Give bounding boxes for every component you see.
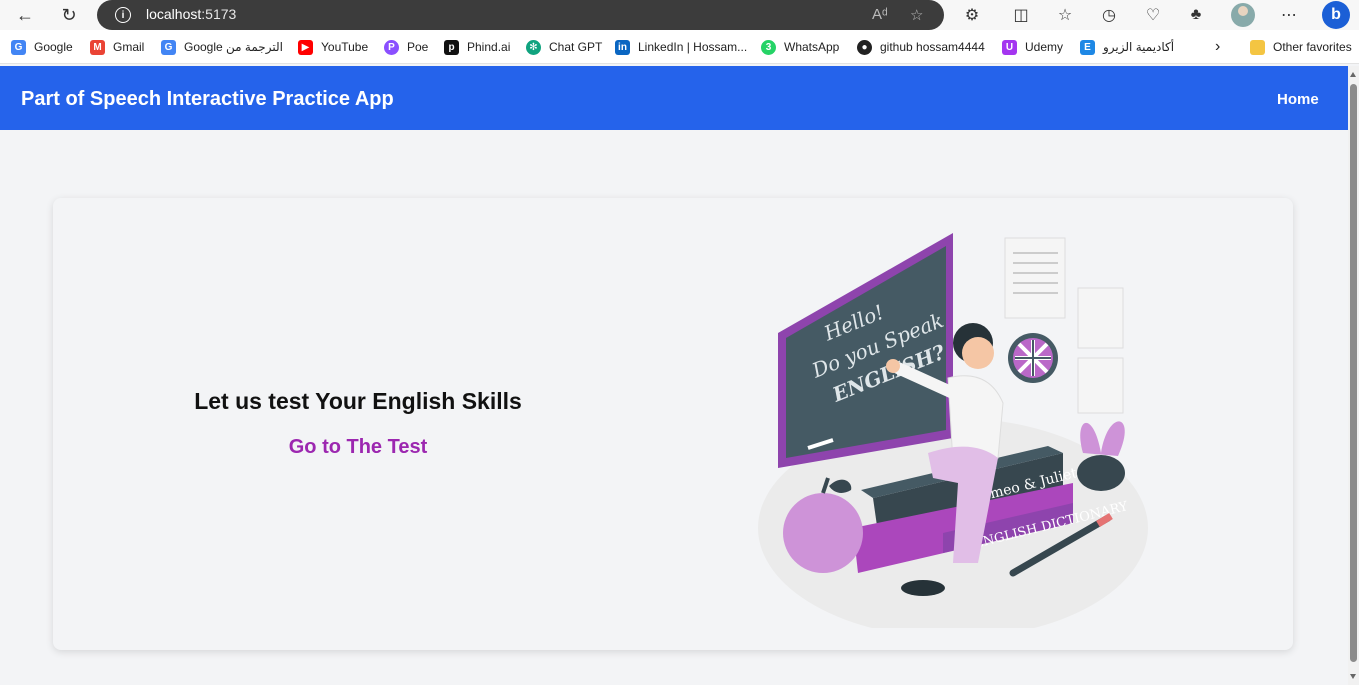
read-aloud-icon[interactable]: Aᵈ: [872, 6, 888, 23]
page-body: Let us test Your English Skills Go to Th…: [0, 130, 1348, 685]
bookmark-zero-academy[interactable]: E أكاديمية الزيرو: [1080, 38, 1174, 56]
google-icon: G: [11, 39, 26, 55]
bookmark-youtube[interactable]: ▶ YouTube: [298, 38, 368, 56]
performance-icon[interactable]: ♡: [1142, 4, 1164, 26]
scroll-down-icon[interactable]: [1350, 674, 1356, 679]
scroll-thumb[interactable]: [1350, 84, 1357, 662]
bookmark-chatgpt[interactable]: ✻ Chat GPT: [526, 38, 602, 56]
chatgpt-icon: ✻: [526, 39, 541, 55]
bookmarks-bar: G Google M Gmail G Google الترجمة من ▶ YouTu…: [0, 30, 1359, 64]
teacher-shoe: [901, 580, 945, 596]
wall-frame-map: [1077, 287, 1124, 349]
youtube-icon: ▶: [298, 39, 313, 55]
bookmark-udemy[interactable]: U Udemy: [1002, 38, 1063, 56]
bookmark-poe[interactable]: P Poe: [384, 38, 428, 56]
plant-pot: [1077, 455, 1125, 491]
bookmark-other-favorites[interactable]: Other favorites: [1250, 38, 1352, 56]
bookmark-github[interactable]: ● github hossam4444: [857, 38, 985, 56]
app-title: Part of Speech Interactive Practice App: [21, 88, 394, 110]
bookmark-phind[interactable]: p Phind.ai: [444, 38, 510, 56]
browser-toolbar: ← ↻ i localhost:5173 Aᵈ ☆ ⚙ ◫ ☆ ◷ ♡ ♣ ⋯ …: [0, 0, 1359, 30]
teacher-face: [962, 337, 994, 369]
url-text: localhost:5173: [146, 6, 237, 22]
hero-headline: Let us test Your English Skills: [194, 388, 522, 414]
page-scrollbar[interactable]: [1348, 66, 1359, 685]
bookmark-google[interactable]: G Google: [11, 38, 73, 56]
folder-icon: [1250, 39, 1265, 55]
github-icon: ●: [857, 39, 872, 55]
copilot-icon[interactable]: b: [1322, 1, 1350, 29]
split-screen-icon[interactable]: ◫: [1010, 4, 1032, 26]
gmail-icon: M: [90, 39, 105, 55]
apple: [783, 493, 863, 573]
bookmark-linkedin[interactable]: in LinkedIn | Hossam...: [615, 38, 747, 56]
notifications-bell-icon[interactable]: ♣: [1185, 4, 1207, 26]
translate-icon: G: [161, 39, 176, 55]
teacher-illustration: Hello! Do you Speak ENGLISH? Romeo & Jul…: [758, 233, 1148, 628]
history-icon[interactable]: ◷: [1098, 4, 1120, 26]
hero-card: Let us test Your English Skills Go to Th…: [53, 198, 1293, 650]
bookmark-translate[interactable]: G Google الترجمة من: [161, 38, 283, 56]
scroll-up-icon[interactable]: [1350, 72, 1356, 77]
bookmark-gmail[interactable]: M Gmail: [90, 38, 144, 56]
phind-icon: p: [444, 39, 459, 55]
wall-poster: [1004, 237, 1066, 319]
bookmark-whatsapp[interactable]: 3 WhatsApp: [761, 38, 839, 56]
linkedin-icon: in: [615, 39, 630, 55]
wall-frame-mountain: [1077, 357, 1124, 414]
app-navbar: Part of Speech Interactive Practice App …: [0, 66, 1348, 130]
whatsapp-icon: 3: [761, 39, 776, 55]
more-menu-icon[interactable]: ⋯: [1278, 4, 1300, 26]
chevron-right-icon[interactable]: ›: [1215, 38, 1220, 56]
teacher-hand: [886, 359, 900, 373]
poe-icon: P: [384, 39, 399, 55]
udemy-icon: U: [1002, 39, 1017, 55]
nav-home-link[interactable]: Home: [1277, 91, 1319, 108]
favorites-icon[interactable]: ☆: [1054, 4, 1076, 26]
profile-avatar[interactable]: [1231, 3, 1255, 27]
address-bar[interactable]: i localhost:5173 Aᵈ ☆: [97, 0, 944, 30]
extensions-icon[interactable]: ⚙: [961, 4, 983, 26]
site-info-icon[interactable]: i: [115, 7, 131, 23]
favorite-star-icon[interactable]: ☆: [910, 6, 923, 24]
zero-academy-icon: E: [1080, 39, 1095, 55]
plant-leaves: [1080, 421, 1125, 456]
refresh-icon[interactable]: ↻: [57, 3, 81, 27]
go-to-test-link[interactable]: Go to The Test: [193, 436, 523, 459]
back-arrow-icon[interactable]: ←: [13, 3, 37, 27]
